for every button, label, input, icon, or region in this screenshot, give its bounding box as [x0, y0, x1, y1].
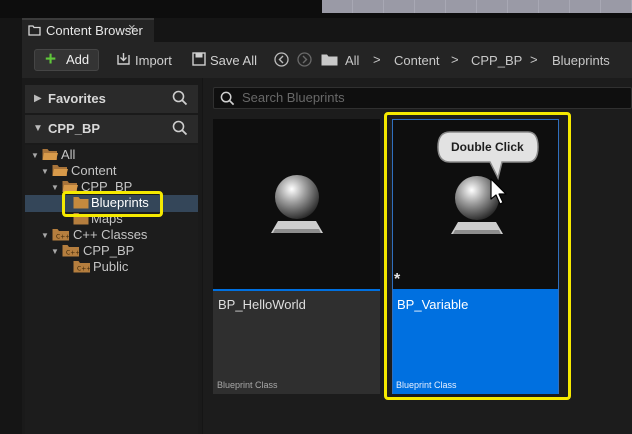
import-icon[interactable] — [116, 52, 131, 67]
breadcrumb-all[interactable]: All — [345, 53, 359, 68]
viewport-preview-strip — [322, 0, 632, 13]
svg-text:C++: C++ — [77, 266, 91, 273]
callout-text: Double Click — [451, 140, 524, 154]
search-placeholder: Search Blueprints — [242, 90, 345, 105]
breadcrumb-content[interactable]: Content — [394, 53, 440, 68]
breadcrumb-blueprints[interactable]: Blueprints — [552, 53, 610, 68]
chevron-down-icon: ▼ — [41, 167, 49, 176]
tree-item-label: Public — [93, 259, 129, 274]
search-icon[interactable] — [172, 90, 188, 106]
chevron-down-icon: ▼ — [41, 231, 49, 240]
tree-item-label: Content — [71, 163, 117, 178]
blueprint-sphere-icon — [271, 175, 323, 233]
search-icon[interactable] — [172, 120, 188, 136]
search-input[interactable]: Search Blueprints — [213, 87, 632, 109]
import-button[interactable]: Import — [135, 53, 172, 68]
project-label: CPP_BP — [48, 121, 101, 136]
save-icon[interactable] — [192, 52, 206, 66]
breadcrumb-separator: > — [451, 52, 459, 67]
svg-text:C++: C++ — [56, 234, 70, 241]
folder-open-icon — [42, 149, 58, 160]
favorites-label: Favorites — [48, 91, 106, 106]
mouse-cursor-icon — [490, 178, 507, 205]
tree-item-label: All — [61, 147, 76, 162]
chevron-down-icon: ▼ — [51, 247, 59, 256]
save-all-button[interactable]: Save All — [210, 53, 257, 68]
double-click-callout — [437, 131, 539, 181]
breadcrumb-cpp-bp[interactable]: CPP_BP — [471, 53, 522, 68]
add-button[interactable]: + Add — [34, 49, 99, 71]
content-browser-icon — [28, 25, 41, 36]
asset-name: BP_HelloWorld — [218, 297, 306, 312]
chevron-down-icon: ▼ — [31, 151, 39, 160]
cpp-folder-icon: C++ — [73, 261, 91, 273]
svg-text:C++: C++ — [66, 250, 80, 257]
asset-label-area: BP_HelloWorld Blueprint Class — [213, 291, 380, 394]
chevron-right-icon: ▶ — [34, 93, 42, 104]
folder-open-icon — [52, 165, 68, 176]
tree-item-label: C++ Classes — [73, 227, 148, 242]
cpp-folder-icon: C++ — [52, 229, 70, 241]
tree-item-label: CPP_BP — [83, 243, 135, 258]
asset-type: Blueprint Class — [217, 380, 278, 390]
project-header[interactable]: ▼ CPP_BP — [25, 115, 198, 143]
chevron-down-icon: ▼ — [51, 183, 59, 192]
asset-thumbnail — [213, 119, 380, 289]
cpp-folder-icon: C++ — [62, 245, 80, 257]
asset-tile-bp-helloworld[interactable]: BP_HelloWorld Blueprint Class — [213, 119, 380, 394]
back-arrow-icon[interactable] — [274, 52, 289, 67]
breadcrumb-separator: > — [373, 52, 381, 67]
breadcrumb-separator: > — [530, 52, 538, 67]
add-button-label: Add — [66, 52, 90, 67]
favorites-header[interactable]: ▶ Favorites — [25, 85, 198, 113]
plus-icon: + — [45, 49, 57, 70]
folder-icon — [73, 197, 89, 209]
search-icon — [220, 91, 235, 106]
folder-icon — [321, 54, 338, 66]
chevron-down-icon: ▼ — [33, 123, 43, 134]
forward-arrow-icon[interactable] — [297, 52, 312, 67]
tab-close-icon[interactable]: × — [128, 20, 136, 35]
tree-item-label: Blueprints — [91, 195, 149, 210]
